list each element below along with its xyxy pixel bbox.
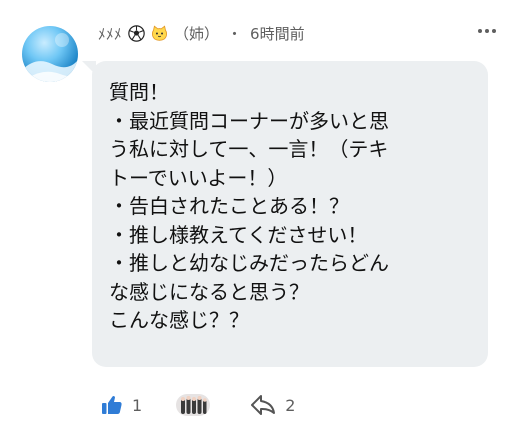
avatar[interactable] (22, 26, 78, 82)
avatar-image (22, 33, 78, 82)
soccer-ball-icon (128, 24, 145, 42)
reply-arrow-icon (251, 395, 276, 415)
reactor-avatars[interactable] (176, 394, 211, 416)
cat-face-icon (152, 25, 168, 41)
like-count: 1 (132, 395, 143, 415)
username-suffix: （姉） (174, 24, 220, 43)
more-dot (492, 29, 496, 33)
more-dot (478, 29, 482, 33)
username[interactable]: ﾒﾒﾒ (98, 23, 122, 44)
thumbs-up-icon (102, 395, 122, 414)
comment-text: 質問！ ・最近質問コーナーが多いと思 う私に対して一、一言！（テキ トーでいいよ… (109, 80, 389, 332)
comment-actions: 1 2 (100, 390, 295, 420)
reply-button[interactable]: 2 (250, 394, 295, 416)
header-separator: ・ (227, 24, 243, 43)
more-dot (485, 29, 489, 33)
like-button[interactable]: 1 (100, 393, 142, 417)
reply-count: 2 (285, 395, 296, 415)
reactor-avatar-image (176, 394, 211, 416)
timestamp[interactable]: 6時間前 (250, 23, 305, 44)
comment-header: ﾒﾒﾒ （姉） ・ 6時間前 (98, 20, 305, 46)
more-options-icon[interactable] (478, 29, 496, 33)
